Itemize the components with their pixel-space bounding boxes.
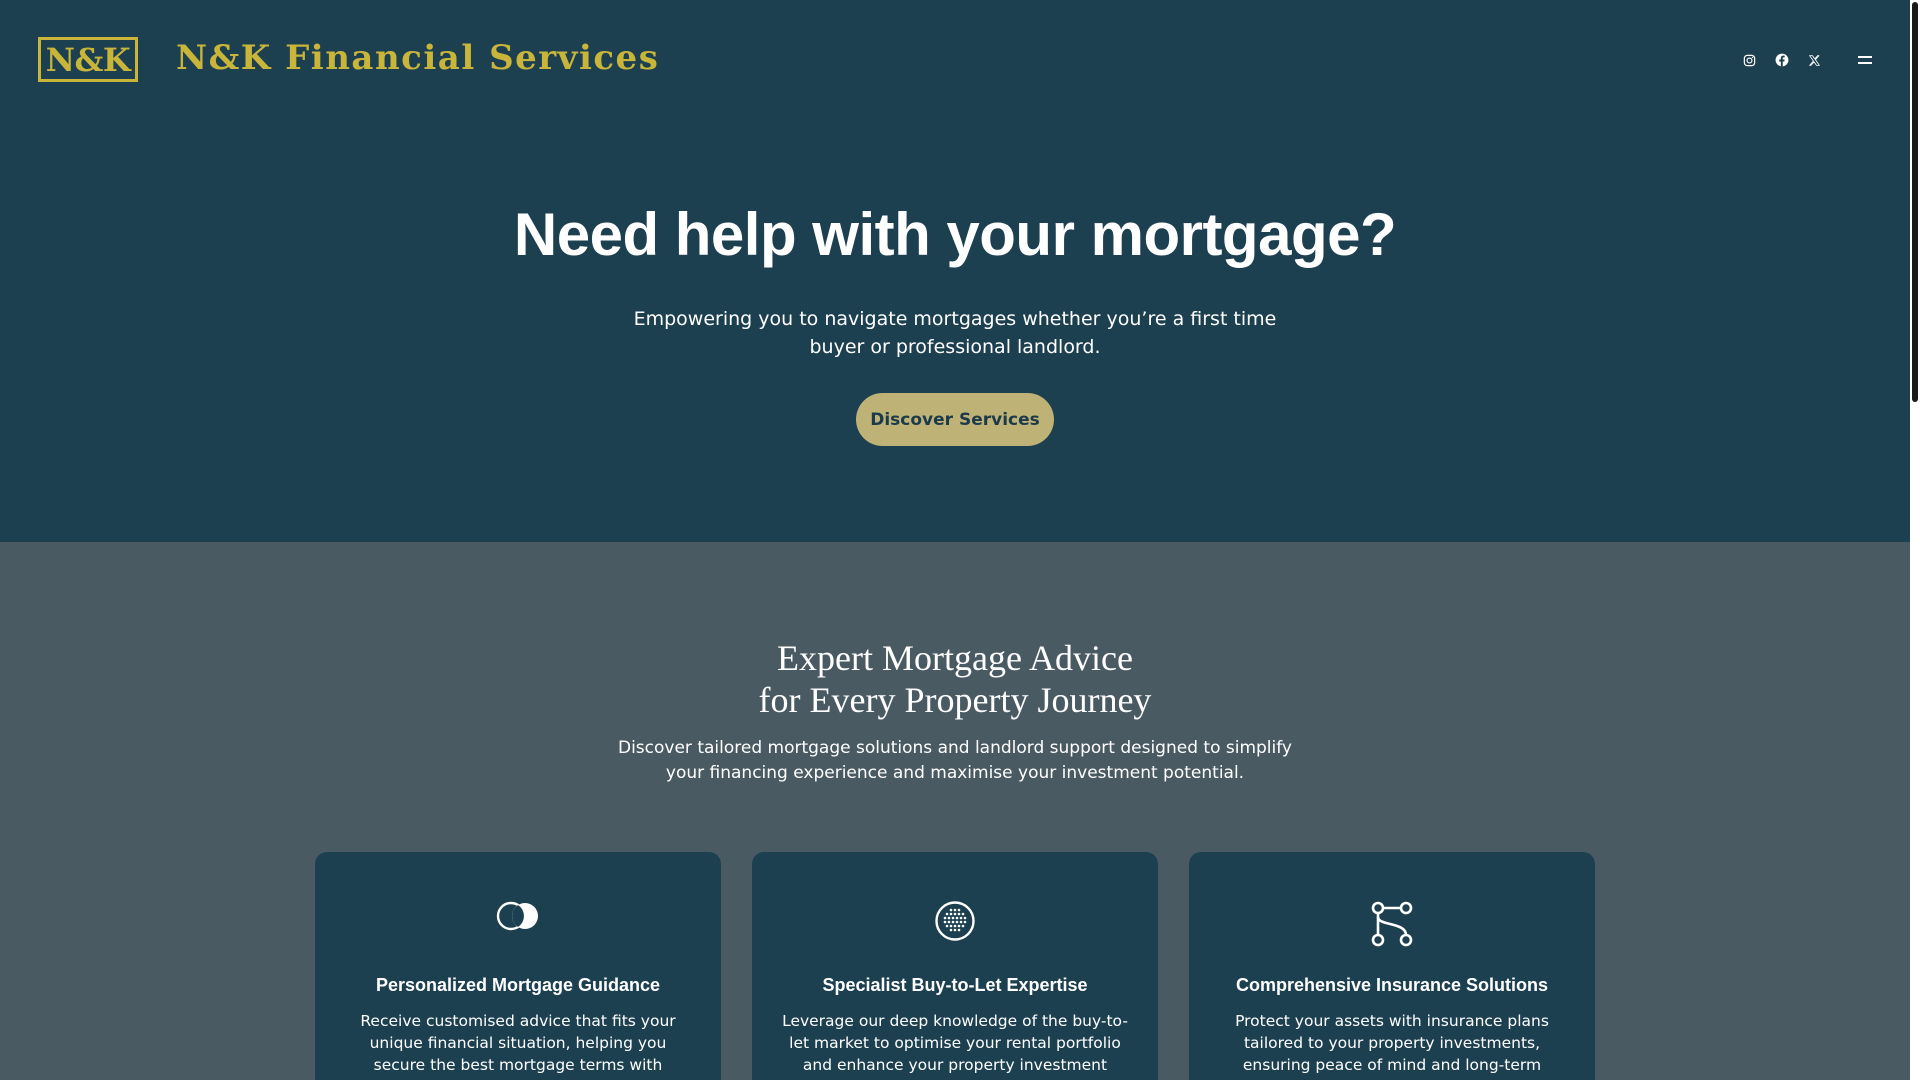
page: N&K N&K Financial Services Need help wit… — [0, 0, 1910, 1080]
brand-logo[interactable]: N&K — [38, 37, 138, 82]
hero-section: N&K N&K Financial Services Need help wit… — [0, 0, 1910, 542]
facebook-icon[interactable] — [1774, 52, 1790, 68]
hero-subtitle: Empowering you to navigate mortgages whe… — [633, 308, 1277, 358]
discover-services-button[interactable]: Discover Services — [856, 393, 1054, 446]
card-text: Leverage our deep knowledge of the buy-t… — [782, 1012, 1128, 1074]
service-card: Comprehensive Insurance Solutions Protec… — [1189, 852, 1595, 1080]
vertical-scrollbar[interactable] — [1910, 0, 1920, 1080]
services-title-line2: for Every Property Journey — [758, 680, 1152, 720]
instagram-icon[interactable] — [1741, 52, 1757, 68]
card-text: Protect your assets with insurance plans… — [1235, 1012, 1549, 1074]
card-title: Comprehensive Insurance Solutions — [1235, 975, 1549, 995]
service-card: Specialist Buy-to-Let Expertise Leverage… — [752, 852, 1158, 1080]
brand-name[interactable]: N&K Financial Services — [176, 38, 659, 78]
card-text: Receive customised advice that fits your… — [360, 1012, 676, 1080]
scrollbar-thumb[interactable] — [1912, 2, 1918, 402]
card-title: Specialist Buy-to-Let Expertise — [822, 975, 1088, 995]
x-twitter-icon[interactable] — [1806, 52, 1822, 68]
service-card: Personalized Mortgage Guidance Receive c… — [315, 852, 721, 1080]
services-subtitle: Discover tailored mortgage solutions and… — [617, 738, 1292, 783]
dotted-globe-icon — [752, 900, 1158, 942]
workflow-nodes-icon — [1189, 900, 1595, 948]
hero-title: Need help with your mortgage? — [513, 201, 1397, 268]
card-title: Personalized Mortgage Guidance — [375, 975, 661, 995]
services-title-line1: Expert Mortgage Advice — [777, 638, 1133, 678]
overlapping-circles-icon — [315, 900, 721, 932]
logo-text: N&K — [45, 40, 131, 79]
hamburger-menu-icon[interactable] — [1856, 53, 1876, 67]
services-title: Expert Mortgage Advice for Every Propert… — [0, 637, 1910, 721]
